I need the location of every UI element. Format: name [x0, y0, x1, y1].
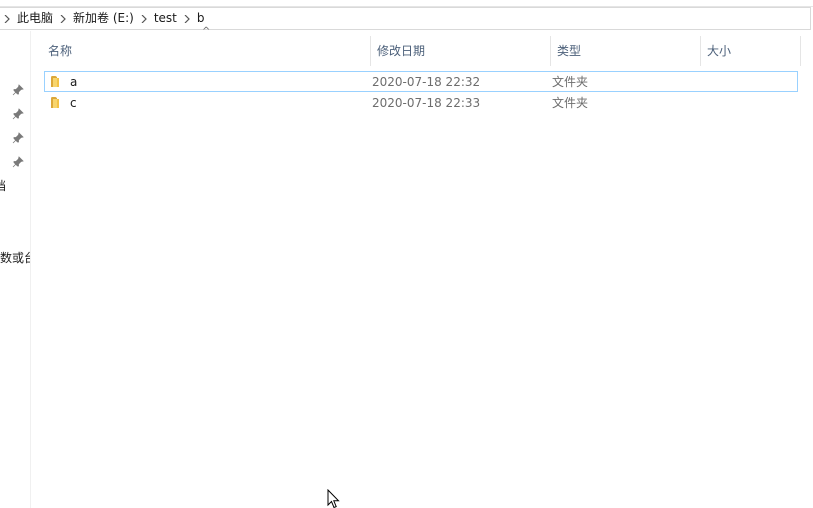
mouse-cursor-icon	[327, 488, 341, 508]
navigation-pane[interactable]: 档 ) 数或台	[0, 31, 31, 508]
file-name-cell: c	[45, 96, 372, 110]
nav-item-label[interactable]: 数或台	[0, 251, 30, 265]
file-name-cell: a	[45, 75, 372, 89]
ribbon-edge	[0, 0, 813, 7]
folder-icon	[51, 96, 65, 109]
sort-ascending-icon: ^	[202, 26, 211, 37]
file-row-c[interactable]: c 2020-07-18 22:33 文件夹	[44, 92, 798, 113]
pin-icon[interactable]	[12, 132, 24, 144]
chevron-right-icon[interactable]	[0, 7, 14, 30]
file-row-a[interactable]: a 2020-07-18 22:32 文件夹	[44, 71, 798, 92]
chevron-right-icon[interactable]	[180, 7, 194, 30]
chevron-right-icon[interactable]	[137, 7, 151, 30]
column-header-label: 名称	[48, 44, 73, 58]
file-name: c	[70, 95, 77, 110]
column-header-label: 大小	[707, 44, 732, 58]
file-modified: 2020-07-18 22:32	[372, 74, 481, 89]
pin-icon[interactable]	[12, 156, 24, 168]
file-type: 文件夹	[552, 96, 589, 110]
column-header-type[interactable]: 类型	[551, 36, 701, 66]
breadcrumb-this-pc[interactable]: 此电脑	[14, 7, 56, 30]
file-type: 文件夹	[552, 75, 589, 89]
folder-icon	[51, 75, 65, 88]
pin-icon[interactable]	[12, 84, 24, 96]
nav-item-label[interactable]: )	[0, 227, 1, 241]
file-list: a 2020-07-18 22:32 文件夹 c 2020-07-18 22:3…	[44, 71, 798, 113]
column-header-label: 类型	[557, 44, 582, 58]
address-bar[interactable]: 此电脑 新加卷 (E:) test b	[0, 7, 811, 30]
breadcrumb-drive-e[interactable]: 新加卷 (E:)	[70, 7, 137, 30]
column-header-size[interactable]: 大小	[701, 36, 801, 66]
column-header-date[interactable]: 修改日期	[371, 36, 551, 66]
pin-icon[interactable]	[12, 108, 24, 120]
file-modified: 2020-07-18 22:33	[372, 95, 481, 110]
nav-item-label[interactable]: 档	[0, 179, 6, 193]
file-explorer-window: 此电脑 新加卷 (E:) test b 档 ) 数或台	[0, 0, 813, 508]
file-name: a	[70, 74, 78, 89]
chevron-right-icon[interactable]	[56, 7, 70, 30]
column-header-name[interactable]: ^ 名称	[31, 27, 371, 66]
column-header-label: 修改日期	[377, 44, 426, 58]
breadcrumb-test[interactable]: test	[151, 7, 180, 30]
column-header-row: ^ 名称 修改日期 类型 大小	[31, 27, 801, 66]
